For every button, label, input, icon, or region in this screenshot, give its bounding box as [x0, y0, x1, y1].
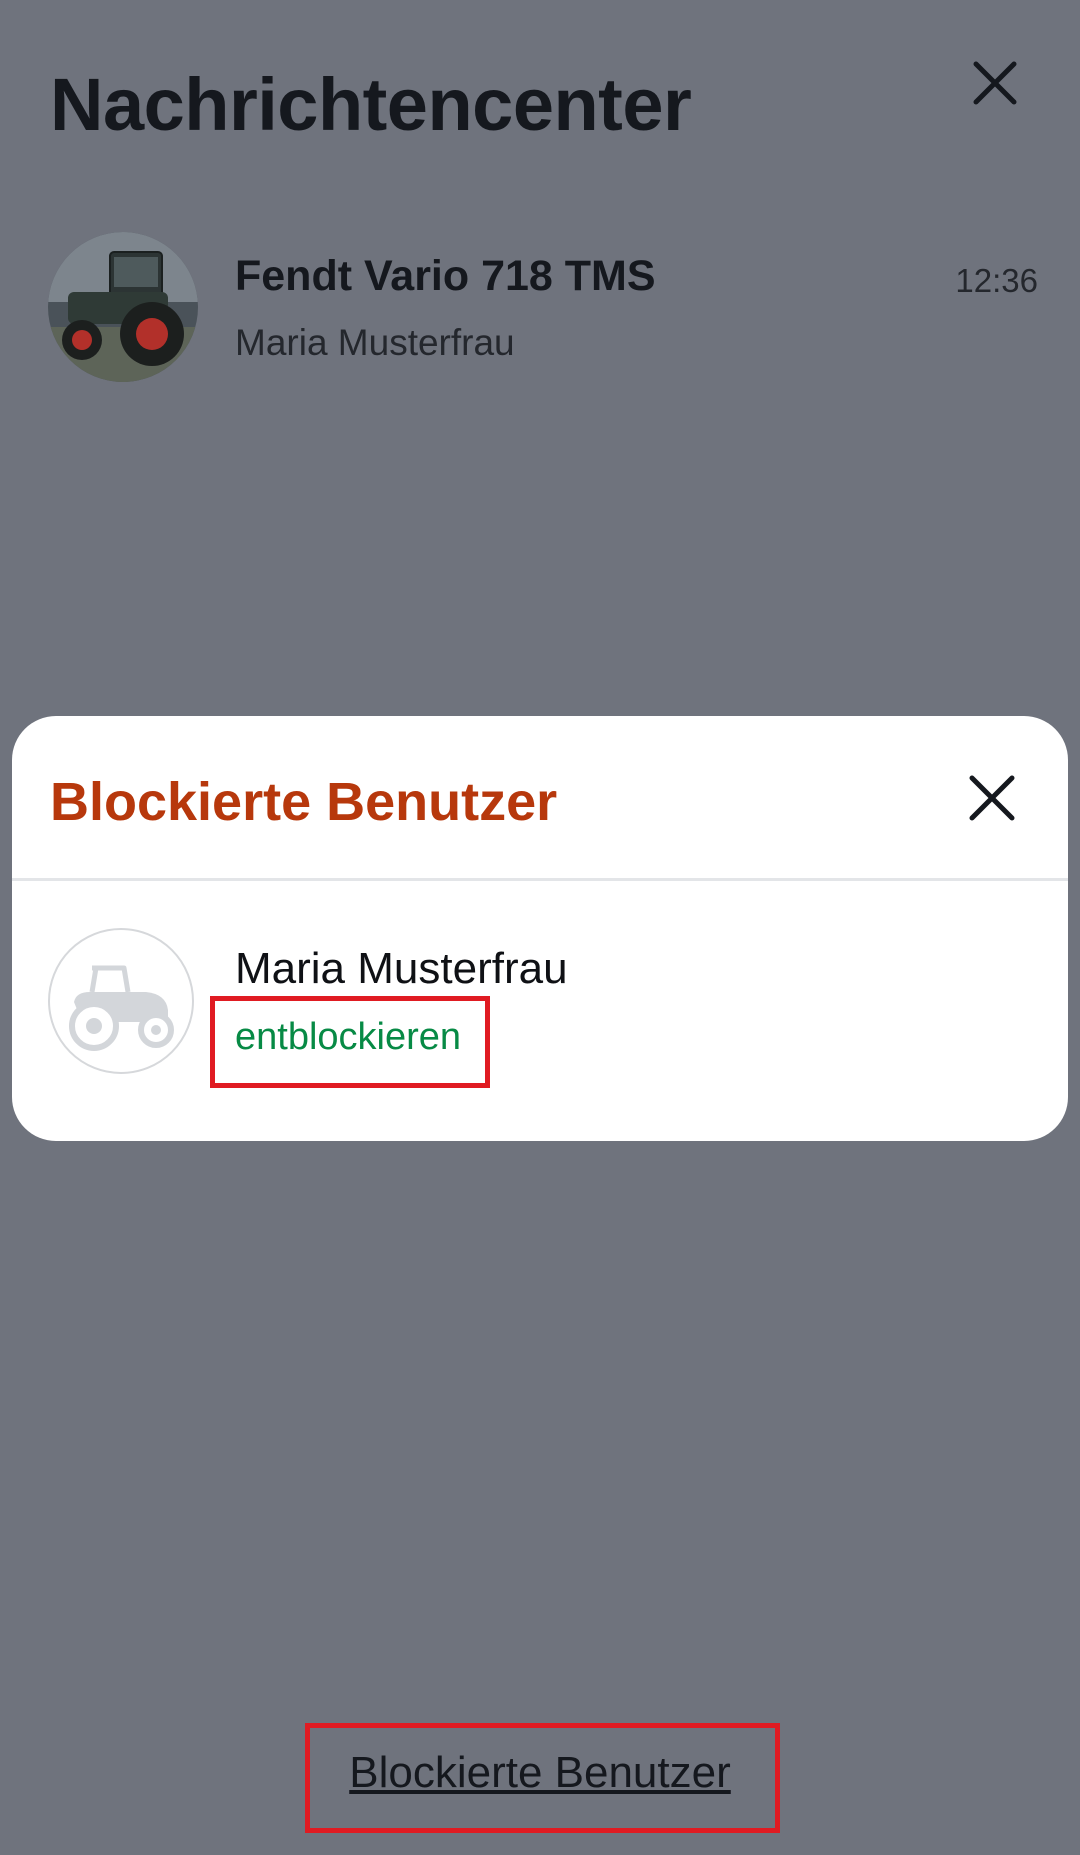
conversation-list-item[interactable]: Fendt Vario 718 TMS Maria Musterfrau 12:…	[48, 232, 1038, 384]
blocked-user-name: Maria Musterfrau	[235, 944, 568, 993]
conversation-sender: Maria Musterfrau	[235, 322, 515, 363]
tractor-photo-avatar	[48, 232, 198, 382]
tractor-icon	[48, 928, 194, 1074]
modal-title: Blockierte Benutzer	[50, 772, 558, 832]
close-icon[interactable]	[962, 768, 1022, 828]
close-icon[interactable]	[960, 48, 1030, 118]
page-title: Nachrichtencenter	[50, 63, 692, 146]
modal-divider	[12, 878, 1068, 881]
blocked-users-modal: Blockierte Benutzer Maria Musterfrau ent…	[12, 716, 1068, 1141]
conversation-title: Fendt Vario 718 TMS	[235, 252, 656, 300]
highlight-box	[210, 996, 490, 1088]
conversation-time: 12:36	[955, 262, 1038, 299]
highlight-box	[305, 1723, 780, 1833]
